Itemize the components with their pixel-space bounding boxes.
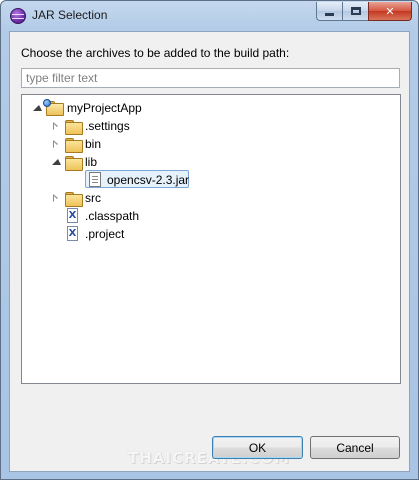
tree-node-settings[interactable]: .settings: [51, 117, 171, 135]
jar-file-icon: [89, 172, 101, 187]
tree-node-label: src: [85, 191, 101, 205]
window-title: JAR Selection: [32, 8, 108, 22]
tree-node-label: .project: [85, 227, 125, 241]
folder-icon: [65, 138, 83, 153]
close-icon: ✕: [385, 4, 395, 18]
archive-tree[interactable]: myProjectApp .settings bin lib opencsv-2…: [21, 94, 401, 384]
window-controls: ✕: [316, 2, 412, 21]
collapsed-arrow-icon[interactable]: [51, 140, 60, 149]
ok-button[interactable]: OK: [212, 436, 303, 459]
tree-node-classpath[interactable]: X .classpath: [65, 207, 185, 225]
tree-node-label: .classpath: [85, 209, 140, 223]
tree-node-label: bin: [85, 137, 102, 151]
collapsed-arrow-icon[interactable]: [51, 122, 60, 131]
tree-node-project[interactable]: myProjectApp: [32, 99, 192, 117]
folder-icon: [65, 156, 83, 171]
maximize-icon: [350, 7, 361, 15]
xml-file-icon: X: [67, 226, 78, 241]
project-overlay-icon: [43, 99, 51, 107]
expanded-arrow-icon[interactable]: [32, 103, 42, 112]
tree-node-src[interactable]: src: [51, 189, 171, 207]
tree-node-label: myProjectApp: [67, 101, 142, 115]
project-folder-icon: [43, 99, 64, 116]
tree-node-label: lib: [85, 155, 98, 169]
tree-node-label: opencsv-2.3.jar: [107, 173, 190, 187]
tree-node-project-file[interactable]: X .project: [65, 225, 185, 243]
close-button[interactable]: ✕: [368, 2, 412, 21]
maximize-button[interactable]: [342, 2, 368, 21]
folder-icon: [65, 192, 83, 207]
tree-node-label: .settings: [85, 119, 130, 133]
tree-node-bin[interactable]: bin: [51, 135, 171, 153]
filter-input[interactable]: [21, 68, 400, 88]
minimize-button[interactable]: [316, 2, 342, 21]
tree-node-jar[interactable]: opencsv-2.3.jar: [87, 171, 190, 189]
dialog-body: Choose the archives to be added to the b…: [9, 31, 410, 472]
minimize-icon: [325, 12, 334, 16]
xml-file-icon: X: [67, 208, 78, 223]
tree-node-lib[interactable]: lib: [51, 153, 171, 171]
collapsed-arrow-icon[interactable]: [51, 194, 60, 203]
title-bar[interactable]: JAR Selection ✕: [1, 1, 418, 31]
expanded-arrow-icon[interactable]: [51, 157, 61, 166]
prompt-label: Choose the archives to be added to the b…: [21, 46, 290, 60]
cancel-button[interactable]: Cancel: [310, 436, 400, 459]
folder-icon: [65, 120, 83, 135]
jar-selection-window: JAR Selection ✕ Choose the archives to b…: [0, 0, 419, 480]
eclipse-icon: [10, 8, 26, 24]
